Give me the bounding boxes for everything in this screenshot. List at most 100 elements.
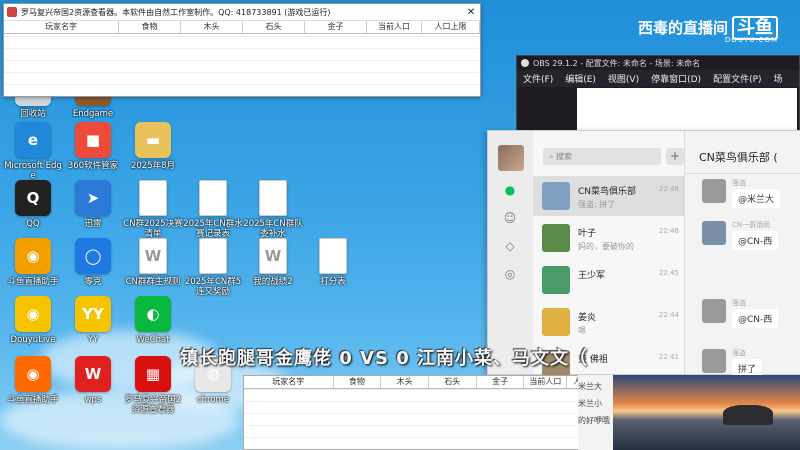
column-header[interactable]: 木头 xyxy=(381,376,429,388)
obs-menu-item[interactable]: 场 xyxy=(774,72,783,85)
desktop-icon[interactable]: YY YY xyxy=(62,296,124,345)
chat-list-item[interactable]: 姜炎嗯 22:44 xyxy=(533,302,685,342)
app-icon: Q xyxy=(15,180,51,216)
rock-shape xyxy=(723,405,773,425)
moments-icon[interactable]: ◎ xyxy=(503,267,517,281)
chat-strip-text: 的好咿哦 xyxy=(578,416,610,425)
conversation-pane: CN菜鸟俱乐部 ( 强盗 @米兰大 CN一蓑烟雨 @CN-西 强盗 @CN-西 强盗 拼了 xyxy=(685,131,800,378)
desktop-icon[interactable]: ◐ WeChat xyxy=(122,296,184,345)
obs-window[interactable]: OBS 29.1.2 - 配置文件: 未命名 - 场景: 未命名 文件(F) 编辑… xyxy=(516,55,800,132)
window-title: 罗马复兴帝国2资源查看器。本软件由自然工作室制作。QQ: 418733891 (… xyxy=(21,7,331,17)
chat-list-item[interactable]: CN菜鸟俱乐部 强盗: 拼了 22:48 xyxy=(533,176,685,216)
conversation-title: CN菜鸟俱乐部 ( xyxy=(699,151,778,164)
desktop-icon[interactable]: W 我的战绩2 xyxy=(242,238,304,287)
chat-avatar xyxy=(542,182,570,210)
column-header[interactable]: 人口上限 xyxy=(422,21,480,33)
desktop-icon[interactable]: ▦ 罗马复兴帝国2资源查看器 xyxy=(122,356,184,415)
obs-menu-item[interactable]: 停靠窗口(D) xyxy=(651,72,701,85)
column-header[interactable]: 玩家名字 xyxy=(244,376,334,388)
chat-icon[interactable]: ● xyxy=(503,183,517,197)
desktop-icon[interactable]: e Microsoft Edge xyxy=(2,122,64,181)
obs-menu-item[interactable]: 视图(V) xyxy=(608,72,639,85)
desktop-icon[interactable]: 打分表 xyxy=(302,238,364,287)
add-chat-button[interactable]: + xyxy=(666,148,684,165)
chat-strip-text: 米兰小 xyxy=(578,399,602,408)
desktop-icon-label: QQ xyxy=(26,219,40,229)
desktop-icon-label: 斗鱼直播助手 xyxy=(7,277,59,287)
desktop-icon[interactable]: 2025年CN群5连又奖励 xyxy=(182,238,244,297)
app-icon: ◉ xyxy=(15,356,51,392)
resource-viewer-window-2[interactable]: 玩家名字食物木头石头金子当前人口人口上限 xyxy=(243,375,613,450)
column-header[interactable]: 木头 xyxy=(181,21,243,33)
message-sender: 强盗 xyxy=(732,299,746,307)
chat-name: CN菜鸟俱乐部 xyxy=(578,187,637,197)
window-titlebar[interactable]: 罗马复兴帝国2资源查看器。本软件由自然工作室制作。QQ: 418733891 (… xyxy=(4,4,480,21)
search-input[interactable]: ⌕ 搜索 xyxy=(543,148,661,165)
desktop-icon[interactable]: Wwps xyxy=(62,356,124,405)
desktop-icon[interactable]: ◯ 零克 xyxy=(62,238,124,287)
desktop-icon[interactable]: ◉ 斗鱼直播助手 xyxy=(2,238,64,287)
desktop-icon[interactable]: ■ 360软件管家 xyxy=(62,122,124,171)
desktop-icon[interactable]: ➤ 迅雷 xyxy=(62,180,124,229)
contacts-icon[interactable]: ☺ xyxy=(503,211,517,225)
message-sender: 强盗 xyxy=(732,179,746,187)
app-icon: ▦ xyxy=(135,356,171,392)
desktop-icon[interactable]: 2025年CN群队委补水 xyxy=(242,180,304,239)
wechat-window[interactable]: ● ☺ ◇ ◎ ⌕ 搜索 + CN菜鸟俱乐部 强盗: 拼了 22:48 叶子 妈的，要破… xyxy=(487,130,800,378)
desktop-icon-label: 2025年8月 xyxy=(130,161,176,171)
chat-time: 22:41 xyxy=(658,353,679,361)
column-header[interactable]: 金子 xyxy=(477,376,525,388)
desktop-icon[interactable]: CN群2025决赛清单 xyxy=(122,180,184,239)
column-header[interactable]: 金子 xyxy=(305,21,367,33)
app-icon: ◐ xyxy=(135,296,171,332)
chat-time: 22:44 xyxy=(658,311,679,319)
app-icon: ◯ xyxy=(75,238,111,274)
grid-header: 玩家名字食物木头石头金子当前人口人口上限 xyxy=(4,21,480,34)
chat-list-item[interactable]: 叶子 妈的，要破你的 22:46 xyxy=(533,218,685,258)
column-header[interactable]: 石头 xyxy=(243,21,305,33)
desktop-icon-label: 斗鱼直播助手 xyxy=(7,395,59,405)
chat-time: 22:48 xyxy=(658,185,679,193)
desktop-icon[interactable]: ▬ 2025年8月 xyxy=(122,122,184,171)
desktop-icon-label: 2025年CN群5连又奖励 xyxy=(184,277,242,297)
column-header[interactable]: 当前人口 xyxy=(367,21,422,33)
desktop-icon[interactable]: W CN群群主规则 xyxy=(122,238,184,287)
chat-list-item[interactable]: 王少军 22:45 xyxy=(533,260,685,300)
obs-titlebar[interactable]: OBS 29.1.2 - 配置文件: 未命名 - 场景: 未命名 xyxy=(517,56,799,70)
chat-name: 叶子 xyxy=(578,229,597,239)
desktop-icon-label: WeChat xyxy=(136,335,170,345)
desktop-icon-label: Microsoft Edge xyxy=(4,161,62,181)
favorites-icon[interactable]: ◇ xyxy=(503,239,517,253)
search-placeholder: 搜索 xyxy=(556,152,573,161)
app-icon xyxy=(139,180,167,216)
desktop-icon-label: 罗马复兴帝国2资源查看器 xyxy=(124,395,182,415)
message-bubble: @CN-西 xyxy=(732,231,779,250)
obs-menu-item[interactable]: 配置文件(P) xyxy=(713,72,761,85)
obs-title: OBS 29.1.2 - 配置文件: 未命名 - 场景: 未命名 xyxy=(533,58,701,68)
desktop-icon[interactable]: ◉ 斗鱼直播助手 xyxy=(2,356,64,405)
column-header[interactable]: 食物 xyxy=(334,376,382,388)
obs-menu-item[interactable]: 文件(F) xyxy=(523,72,553,85)
desktop-icon[interactable]: Q QQ xyxy=(2,180,64,229)
chat-avatar xyxy=(542,266,570,294)
desktop-icon-label: Endgame xyxy=(72,109,114,119)
column-header[interactable]: 食物 xyxy=(119,21,181,33)
app-icon: ➤ xyxy=(75,180,111,216)
desktop-icon-label: 回收站 xyxy=(20,109,46,119)
resource-viewer-window[interactable]: 罗马复兴帝国2资源查看器。本软件由自然工作室制作。QQ: 418733891 (… xyxy=(3,3,481,97)
column-header[interactable]: 玩家名字 xyxy=(4,21,119,33)
desktop-icon[interactable]: ◉ DouyuLive xyxy=(2,296,64,345)
user-avatar[interactable] xyxy=(498,145,524,171)
close-icon[interactable]: ✕ xyxy=(462,7,480,18)
obs-menubar: 文件(F) 编辑(E) 视图(V) 停靠窗口(D) 配置文件(P) 场 xyxy=(517,70,799,87)
app-icon: ▬ xyxy=(135,122,171,158)
column-header[interactable]: 当前人口 xyxy=(524,376,568,388)
desktop-icon-label: YY xyxy=(87,335,99,345)
desktop-icon[interactable]: 2025年CN群水赛记录表 xyxy=(182,180,244,239)
obs-menu-item[interactable]: 编辑(E) xyxy=(565,72,596,85)
column-header[interactable]: 石头 xyxy=(429,376,477,388)
desktop-icon-label: CN群群主规则 xyxy=(125,277,181,287)
grid-header: 玩家名字食物木头石头金子当前人口人口上限 xyxy=(244,376,612,389)
message-avatar xyxy=(702,179,726,203)
chat-strip-text: 米兰大 xyxy=(578,382,602,391)
